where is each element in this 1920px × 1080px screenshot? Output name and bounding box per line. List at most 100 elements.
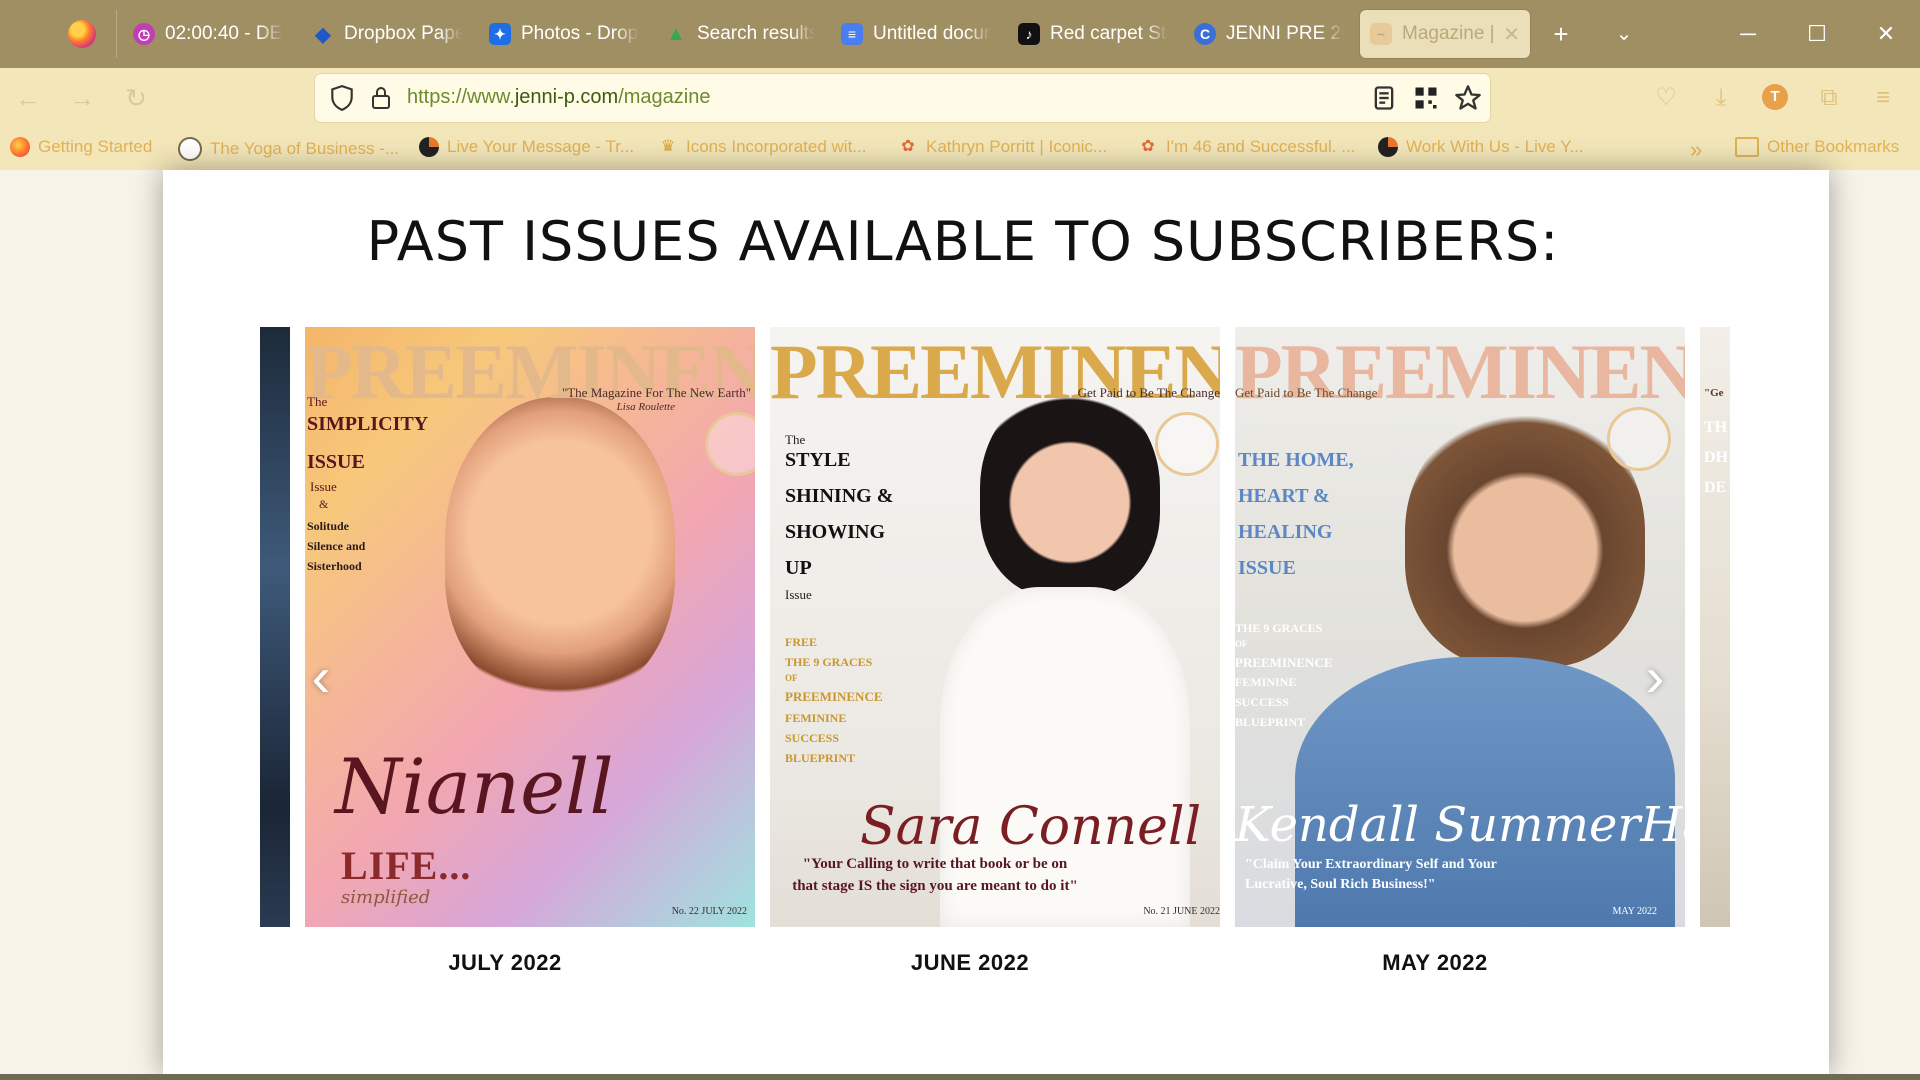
cover-headline-line: Issue (785, 587, 812, 602)
page-heading: PAST ISSUES AVAILABLE TO SUBSCRIBERS: (366, 210, 1560, 273)
cover-name: Sara Connell (860, 797, 1202, 857)
reload-button[interactable]: ↻ (118, 80, 154, 116)
cover-fragment-text: DH (1704, 449, 1728, 466)
bookmarks-toolbar: Getting Started The Yoga of Business -..… (0, 128, 1920, 171)
cover-name: Nianell (335, 742, 614, 831)
cover-quote: "Claim Your Extraordinary Self and Your … (1245, 857, 1497, 892)
cover-name: Kendall SummerHawk (1235, 797, 1685, 853)
bookmark-yoga-of-business[interactable]: The Yoga of Business -... (178, 137, 399, 161)
cover-extra-line: FEMININE (1235, 675, 1297, 689)
cover-headline-line: HEALING (1238, 521, 1333, 543)
tab-dropbox-paper[interactable]: ◆ Dropbox Paper (312, 10, 462, 58)
cover-byline: Lisa Roulette (616, 401, 675, 413)
cover-headline-line: HEART & (1238, 485, 1330, 507)
cover-extra-line: PREEMINENCE (1235, 655, 1333, 670)
firefox-icon[interactable] (68, 20, 96, 48)
issues-carousel: PREEMINENCE "The Magazine For The New Ea… (260, 327, 1730, 927)
tab-photos-dropbox[interactable]: ✦ Photos - Dropbox (489, 10, 639, 58)
qr-code-icon[interactable] (1412, 84, 1440, 112)
cover-july-2022[interactable]: PREEMINENCE "The Magazine For The New Ea… (305, 327, 755, 927)
bookmark-star-icon[interactable] (1454, 84, 1482, 112)
back-button[interactable]: ← (10, 80, 46, 116)
cover-headline-line: SHINING & (785, 485, 894, 507)
navigation-toolbar: ← → ↻ https://www.jenni-p.com/magazine ♡… (0, 68, 1920, 128)
bookmark-im-46[interactable]: ✿ I'm 46 and Successful. ... (1138, 137, 1355, 157)
flower-icon: ✿ (901, 138, 915, 155)
pocket-icon[interactable]: ♡ (1650, 82, 1682, 114)
tiktok-icon: ♪ (1018, 23, 1040, 45)
cover-issue-number: No. 21 JUNE 2022 (1143, 906, 1220, 917)
carousel-prev-chevron-icon[interactable]: ‹ (304, 647, 338, 707)
close-tab-icon[interactable]: ✕ (1503, 22, 1520, 47)
url-text[interactable]: https://www.jenni-p.com/magazine (407, 86, 710, 109)
more-bookmarks-chevron-icon[interactable]: » (1690, 137, 1702, 163)
cover-headline-line: The (307, 394, 328, 409)
cover-headline-line: Silence and (307, 539, 366, 553)
forward-button[interactable]: → (64, 80, 100, 116)
cover-extra-line: OF (1235, 639, 1248, 649)
bookmark-kathryn-porritt[interactable]: ✿ Kathryn Porritt | Iconic... (898, 137, 1107, 157)
cover-seal-icon (1607, 407, 1671, 471)
bookmark-work-with-us[interactable]: Work With Us - Live Y... (1378, 137, 1584, 157)
bookmark-live-your-message[interactable]: Live Your Message - Tr... (419, 137, 634, 157)
taskbar-edge (0, 1074, 1920, 1080)
tab-timer[interactable]: ◷ 02:00:40 - DEV (133, 10, 283, 58)
minimize-icon[interactable]: ─ (1728, 14, 1768, 54)
maximize-icon[interactable]: ☐ (1797, 14, 1837, 54)
cover-extra-line: SUCCESS (785, 731, 840, 745)
cover-tagline: "The Magazine For The New Earth" (561, 385, 751, 400)
carousel-next-chevron-icon[interactable]: › (1638, 647, 1672, 707)
bookmark-getting-started[interactable]: Getting Started (10, 137, 152, 157)
bookmark-icons-incorporated[interactable]: ♛ Icons Incorporated wit... (658, 137, 867, 157)
close-window-icon[interactable]: ✕ (1866, 14, 1906, 54)
dropbox-icon: ✦ (489, 23, 511, 45)
issue-caption-july[interactable]: JULY 2022 (280, 950, 730, 976)
tab-separator (116, 10, 117, 58)
pie-logo-icon (1378, 137, 1398, 157)
shield-icon[interactable] (329, 84, 355, 112)
reader-view-icon[interactable] (1370, 84, 1398, 112)
cover-extra-line: PREEMINENCE (785, 689, 883, 704)
cover-june-2022[interactable]: PREEMINENCE Get Paid to Be The Change Th… (770, 327, 1220, 927)
tab-red-carpet[interactable]: ♪ Red carpet Sto (1018, 10, 1168, 58)
tab-strip: ◷ 02:00:40 - DEV ◆ Dropbox Paper ✦ Photo… (0, 0, 1920, 68)
tab-jenni-pre[interactable]: C JENNI PRE 2022 (1194, 10, 1344, 58)
url-bar[interactable]: https://www.jenni-p.com/magazine (315, 74, 1490, 122)
cover-headline-line: Sisterhood (307, 559, 362, 573)
cover-seal-icon (1155, 412, 1219, 476)
cover-headline-line: ISSUE (1238, 557, 1296, 579)
partial-cover-right[interactable]: "Ge TH DH DE (1700, 327, 1730, 927)
cover-quote: "Your Calling to write that book or be o… (792, 856, 1078, 894)
tab-untitled-document[interactable]: ≡ Untitled document (841, 10, 991, 58)
cover-extra-line: OF (785, 673, 798, 683)
new-tab-button[interactable]: + (1543, 17, 1579, 51)
cover-headline-line: SIMPLICITY (307, 413, 429, 435)
cover-portrait (980, 387, 1160, 597)
cover-headline-line: UP (785, 557, 812, 579)
other-bookmarks[interactable]: Other Bookmarks (1735, 137, 1899, 157)
cover-may-2022[interactable]: PREEMINENCE Get Paid to Be The Change TH… (1235, 327, 1685, 927)
cover-portrait (445, 397, 675, 697)
extensions-icon[interactable]: ⧉ (1813, 82, 1845, 114)
tab-magazine-active[interactable]: ~ Magazine | ✕ (1360, 10, 1530, 58)
site-icon: ~ (1370, 23, 1392, 45)
cover-extra-line: THE 9 GRACES (1235, 621, 1323, 635)
partial-cover-left[interactable] (260, 327, 290, 927)
timer-icon: ◷ (133, 23, 155, 45)
pie-logo-icon (419, 137, 439, 157)
cover-extra-line: THE 9 GRACES (785, 655, 873, 669)
account-avatar[interactable]: T (1762, 84, 1788, 110)
cover-tagline: Get Paid to Be The Change (1235, 385, 1378, 400)
list-all-tabs-icon[interactable]: ⌄ (1606, 17, 1642, 51)
canva-icon: C (1194, 23, 1216, 45)
cover-headline-line: Solitude (307, 519, 350, 533)
lock-icon[interactable] (369, 84, 393, 112)
issue-caption-june[interactable]: JUNE 2022 (745, 950, 1195, 976)
menu-icon[interactable]: ≡ (1867, 82, 1899, 114)
issue-caption-may[interactable]: MAY 2022 (1210, 950, 1660, 976)
cover-extra-line: FREE (785, 635, 818, 649)
cover-headline-line: THE HOME, (1238, 449, 1354, 471)
downloads-icon[interactable]: ⤓ (1705, 82, 1737, 114)
tab-search-results[interactable]: ▲ Search results (665, 10, 815, 58)
folder-icon (1735, 137, 1759, 157)
